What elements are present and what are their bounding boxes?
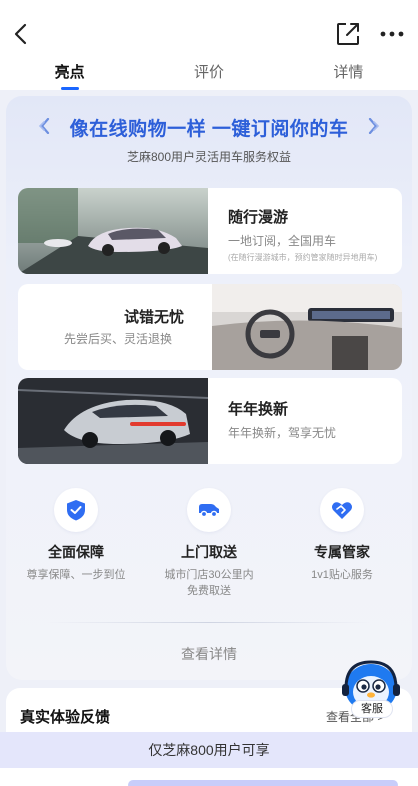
feature-description: 先尝后买、灵活退换 [64, 332, 173, 346]
tab-details[interactable]: 详情 [279, 58, 418, 90]
chevron-left-icon[interactable] [8, 20, 36, 48]
service-delivery[interactable]: 上门取送 城市门店30公里内 免费取送 [141, 488, 277, 599]
feature-trial[interactable]: 试错无忧 先尝后买、灵活退换 [18, 284, 402, 370]
heart-handshake-icon [332, 502, 352, 519]
feature-description: 年年换新，驾享无忧 [228, 426, 337, 440]
service-icon-wrap [320, 488, 364, 532]
service-butler[interactable]: 专属管家 1v1贴心服务 [274, 488, 410, 583]
service-description: 尊享保障、一步到位 [26, 569, 126, 581]
service-description-line: 城市门店30公里内 [164, 569, 254, 581]
subscribe-button-edge[interactable] [128, 780, 398, 786]
tab-bar: 亮点 评价 详情 [0, 58, 418, 90]
subheadline: 芝麻800用户灵活用车服务权益 [126, 150, 292, 164]
service-description: 1v1贴心服务 [311, 569, 373, 581]
share-external-icon[interactable] [334, 20, 362, 48]
service-title: 专属管家 [314, 544, 370, 560]
delivery-car-icon [199, 504, 219, 518]
feature-title: 年年换新 [228, 401, 289, 418]
feature-title: 试错无忧 [124, 309, 185, 326]
exclusive-banner: 仅芝麻800用户可享 [0, 732, 418, 768]
feature-roaming[interactable]: 随行漫游 一地订阅，全国用车 (在随行漫游城市，预约管家随时异地用车) [18, 188, 402, 274]
service-description: 城市门店30公里内 免费取送 [141, 567, 277, 599]
highlights-card: 像在线购物一样 一键订阅你的车 芝麻800用户灵活用车服务权益 随行漫游 一地订… [6, 96, 412, 680]
service-protection[interactable]: 全面保障 尊享保障、一步到位 [8, 488, 144, 583]
headline: 像在线购物一样 一键订阅你的车 [69, 119, 349, 140]
tab-highlights[interactable]: 亮点 [0, 58, 139, 90]
shield-check-icon [67, 500, 85, 521]
service-description-line: 免费取送 [187, 585, 231, 597]
service-title: 全面保障 [48, 544, 104, 560]
bottom-strip [0, 768, 418, 786]
service-icon-wrap [187, 488, 231, 532]
feature-description: 一地订阅，全国用车 [228, 234, 337, 248]
feature-note: (在随行漫游城市，预约管家随时异地用车) [228, 253, 378, 262]
top-bar [0, 0, 418, 64]
service-title: 上门取送 [181, 544, 237, 560]
feature-renewal[interactable]: 年年换新 年年换新，驾享无忧 [18, 378, 402, 464]
tab-reviews[interactable]: 评价 [139, 58, 278, 90]
customer-service-label[interactable]: 客服 [351, 700, 393, 718]
more-dots-icon[interactable] [378, 22, 406, 46]
car-tunnel-photo [18, 378, 208, 464]
feedback-title: 真实体验反馈 [20, 709, 111, 726]
right-wing-icon [368, 118, 380, 134]
divider [46, 622, 372, 623]
feature-title: 随行漫游 [228, 209, 289, 226]
service-icon-wrap [54, 488, 98, 532]
car-interior-photo [212, 284, 402, 370]
car-road-photo [18, 188, 208, 274]
